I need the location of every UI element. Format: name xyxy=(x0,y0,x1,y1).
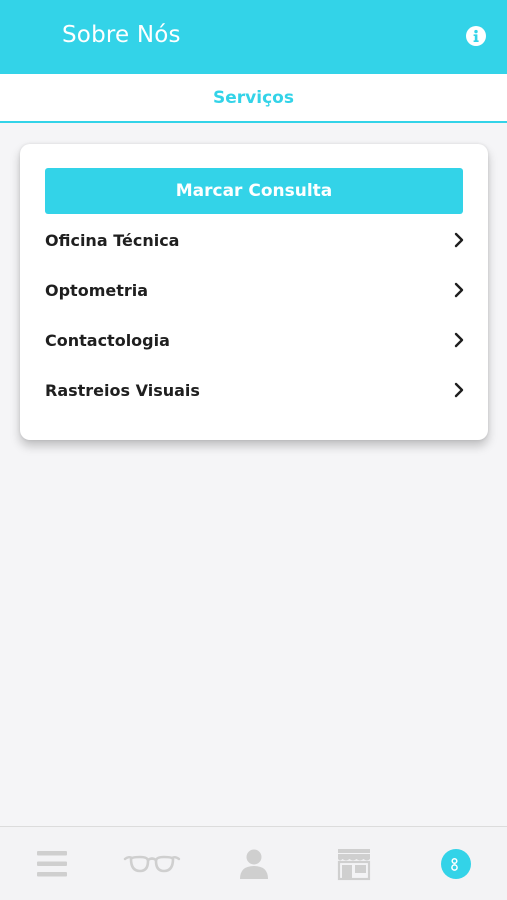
nav-item-profile[interactable] xyxy=(224,839,284,889)
service-item-optometria[interactable]: Optometria xyxy=(45,270,465,310)
info-button[interactable] xyxy=(466,26,486,46)
service-item-label: Oficina Técnica xyxy=(45,230,180,250)
nav-item-glasses[interactable] xyxy=(122,839,182,889)
glasses-icon xyxy=(123,855,181,873)
chevron-right-icon xyxy=(454,232,464,248)
service-item-oficina-tecnica[interactable]: Oficina Técnica xyxy=(45,220,465,260)
service-item-contactologia[interactable]: Contactologia xyxy=(45,320,465,360)
tab-servicos[interactable]: Serviços xyxy=(0,88,507,108)
nav-item-about[interactable] xyxy=(426,839,486,889)
store-icon xyxy=(337,849,371,881)
service-item-label: Optometria xyxy=(45,280,149,300)
service-item-rastreios-visuais[interactable]: Rastreios Visuais xyxy=(45,370,465,410)
user-icon xyxy=(240,849,268,879)
info-icon xyxy=(473,29,479,42)
about-icon xyxy=(441,849,471,879)
services-card: Marcar Consulta Oficina Técnica Optometr… xyxy=(20,144,488,440)
service-item-label: Rastreios Visuais xyxy=(45,380,200,400)
nav-item-stores[interactable] xyxy=(324,839,384,889)
book-appointment-button[interactable]: Marcar Consulta xyxy=(45,168,463,214)
page-title: Sobre Nós xyxy=(62,22,181,48)
chevron-right-icon xyxy=(454,382,464,398)
chevron-right-icon xyxy=(454,282,464,298)
chevron-right-icon xyxy=(454,332,464,348)
app-header: Sobre Nós xyxy=(0,0,507,74)
menu-icon xyxy=(37,851,67,877)
nav-item-menu[interactable] xyxy=(22,839,82,889)
service-item-label: Contactologia xyxy=(45,330,170,350)
tab-bar: Serviços xyxy=(0,74,507,123)
bottom-navigation xyxy=(0,826,507,900)
